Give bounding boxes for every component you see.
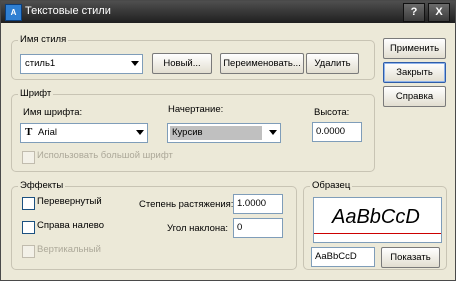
text-style-dialog: A Текстовые стили ? X Имя стиля стиль1 Н… (0, 0, 456, 281)
close-icon[interactable]: X (428, 3, 450, 22)
font-name-combo[interactable]: T Arial (20, 123, 148, 143)
style-name-value: стиль1 (25, 58, 56, 69)
app-icon: A (5, 4, 22, 21)
preview-canvas: AaBbCcD (313, 197, 442, 243)
font-name-value: Arial (38, 127, 58, 138)
rename-style-button[interactable]: Переименовать... (220, 53, 304, 74)
apply-button[interactable]: Применить (383, 38, 446, 59)
oblique-angle-value: 0 (237, 222, 243, 233)
backwards-checkbox[interactable] (22, 221, 35, 234)
effects-group-label: Эффекты (18, 180, 66, 191)
chevron-down-icon (131, 61, 139, 66)
font-style-label: Начертание: (168, 104, 224, 115)
oblique-angle-label: Угол наклона: (167, 223, 229, 234)
oblique-angle-input[interactable]: 0 (233, 218, 283, 238)
close-button[interactable]: Закрыть (383, 62, 446, 83)
font-style-combo[interactable]: Курсив (167, 123, 281, 143)
title-bar[interactable]: A Текстовые стили ? X (1, 1, 455, 23)
preview-baseline (314, 233, 441, 234)
upside-down-label: Перевернутый (37, 196, 102, 207)
preview-sample-text: AaBbCcD (332, 206, 420, 228)
font-group-label: Шрифт (18, 88, 54, 99)
show-preview-button[interactable]: Показать (381, 247, 440, 268)
width-factor-value: 1.0000 (237, 198, 267, 209)
help-button[interactable]: Справка (383, 86, 446, 107)
help-icon[interactable]: ? (403, 3, 425, 22)
preview-group-label: Образец (310, 180, 353, 191)
delete-style-button[interactable]: Удалить (306, 53, 359, 74)
style-name-combo[interactable]: стиль1 (20, 54, 143, 74)
truetype-icon: T (25, 126, 33, 138)
vertical-label: Вертикальный (37, 244, 101, 255)
style-name-group-label: Имя стиля (18, 34, 69, 45)
big-font-label: Использовать большой шрифт (37, 150, 173, 161)
chevron-down-icon (269, 130, 277, 135)
width-factor-input[interactable]: 1.0000 (233, 194, 283, 214)
big-font-checkbox[interactable] (22, 151, 35, 164)
chevron-down-icon (136, 130, 144, 135)
width-factor-label: Степень растяжения: (139, 199, 234, 210)
height-input[interactable]: 0.0000 (312, 122, 362, 142)
new-style-button[interactable]: Новый... (152, 53, 212, 74)
font-style-value: Курсив (172, 127, 203, 138)
height-label: Высота: (314, 107, 350, 118)
upside-down-checkbox[interactable] (22, 197, 35, 210)
preview-text-value: AaBbCcD (315, 251, 357, 262)
font-name-label: Имя шрифта: (23, 107, 83, 118)
vertical-checkbox[interactable] (22, 245, 35, 258)
height-value: 0.0000 (316, 126, 346, 137)
preview-text-input[interactable]: AaBbCcD (311, 247, 375, 267)
backwards-label: Справа налево (37, 220, 105, 231)
window-title: Текстовые стили (25, 5, 111, 17)
